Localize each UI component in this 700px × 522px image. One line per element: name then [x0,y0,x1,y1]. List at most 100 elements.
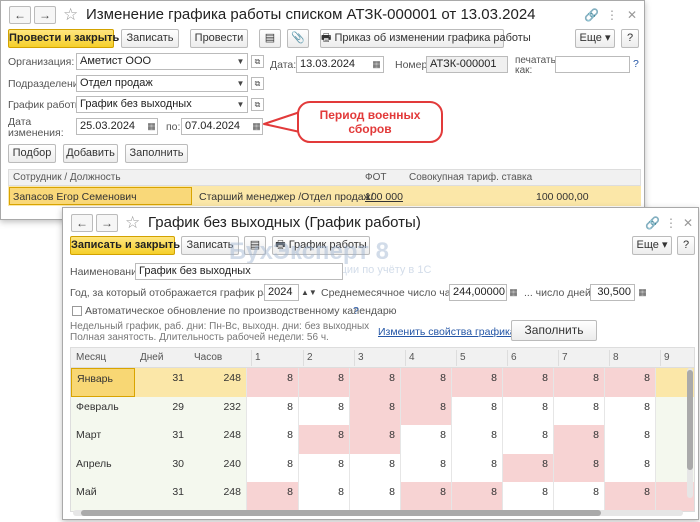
day-cell[interactable]: 8 [502,425,553,454]
link-icon[interactable]: 🔗 [584,7,599,23]
day-cell[interactable]: 8 [349,453,400,482]
day-cell[interactable]: 8 [246,482,298,511]
day-cell[interactable]: 8 [553,453,604,482]
menu-icon[interactable]: ⋮ [605,7,619,23]
vertical-scrollbar[interactable] [687,368,693,498]
auto-update-help[interactable]: ? [353,305,359,317]
year-stepper-icon[interactable]: ▲▼ [301,285,317,300]
hours-cell[interactable]: 240 [189,453,246,482]
org-dropdown-icon[interactable]: ▼ [235,54,246,69]
schedule-dropdown-icon[interactable]: ▼ [235,97,246,112]
day-cell[interactable]: 8 [502,368,553,397]
day-cell[interactable]: 8 [553,425,604,454]
close-icon[interactable]: ✕ [681,215,695,231]
day-cell[interactable]: 8 [553,482,604,511]
day-cell[interactable]: 8 [400,482,451,511]
day-cell[interactable]: 8 [502,482,553,511]
day-cell[interactable]: 8 [298,482,349,511]
month-cell[interactable]: Январь [71,368,135,397]
day-cell[interactable]: 8 [298,396,349,425]
day-cell[interactable]: 8 [553,368,604,397]
day-cell[interactable]: 8 [349,368,400,397]
schedule-field[interactable]: График без выходных [76,96,248,113]
link-icon[interactable]: 🔗 [645,215,660,231]
fill-button[interactable]: Заполнить [125,144,188,163]
days-cell[interactable]: 31 [135,368,189,397]
days-field[interactable]: 30,500 [590,284,635,301]
day-cell[interactable]: 8 [604,453,655,482]
fot-cell[interactable]: 100 000 [365,190,403,204]
day-cell[interactable]: 8 [604,425,655,454]
horizontal-scrollbar-thumb[interactable] [81,510,601,516]
dept-open-icon[interactable]: ⧉ [251,77,264,90]
name-field[interactable]: График без выходных [135,263,343,280]
org-field[interactable]: Аметист ООО [76,53,248,70]
post-and-close-button[interactable]: Провести и закрыть [8,29,119,48]
day-cell[interactable]: 8 [400,396,451,425]
close-icon[interactable]: ✕ [625,7,639,23]
day-cell[interactable]: 8 [451,425,502,454]
day-cell[interactable]: 8 [451,368,502,397]
vertical-scrollbar-thumb[interactable] [687,370,693,470]
add-button[interactable]: Добавить [63,144,118,163]
month-cell[interactable]: Март [71,425,135,454]
calculator-days-icon[interactable]: ▦ [637,285,648,300]
day-cell[interactable]: 8 [451,453,502,482]
day-cell[interactable]: 8 [400,425,451,454]
forward-nav-button[interactable]: → [96,214,118,232]
auto-update-checkbox[interactable] [72,306,82,316]
days-cell[interactable]: 29 [135,396,189,425]
day-cell[interactable]: 8 [502,396,553,425]
report-icon[interactable]: ▤ [259,29,281,48]
order-print-button[interactable]: 🖶 Приказ об изменении графика работы [320,29,531,48]
calendar-from-icon[interactable]: ▦ [146,119,157,134]
attachment-icon[interactable]: 📎 [287,29,309,48]
day-cell[interactable]: 8 [246,453,298,482]
month-cell[interactable]: Февраль [71,396,135,425]
day-cell[interactable]: 8 [400,368,451,397]
save-and-close-button[interactable]: Записать и закрыть [70,236,180,255]
day-cell[interactable]: 8 [400,453,451,482]
hours-cell[interactable]: 232 [189,396,246,425]
day-cell[interactable]: 8 [246,396,298,425]
day-cell[interactable]: 8 [604,482,655,511]
day-cell[interactable]: 8 [553,396,604,425]
dept-dropdown-icon[interactable]: ▼ [235,76,246,91]
save-button[interactable]: Записать [121,29,179,48]
menu-icon[interactable]: ⋮ [664,215,678,231]
hours-cell[interactable]: 248 [189,425,246,454]
change-properties-link[interactable]: Изменить свойства графика... [378,326,524,338]
day-cell[interactable]: 8 [246,425,298,454]
favorite-star-icon[interactable]: ☆ [125,214,140,232]
calendar-to-icon[interactable]: ▦ [251,119,262,134]
org-open-icon[interactable]: ⧉ [251,55,264,68]
avg-hours-field[interactable]: 244,00000 [449,284,507,301]
print-as-field[interactable] [555,56,630,73]
month-cell[interactable]: Апрель [71,453,135,482]
horizontal-scrollbar[interactable] [73,510,683,516]
year-field[interactable]: 2024 [264,284,299,301]
fill-schedule-button[interactable]: Заполнить [511,320,597,341]
day-cell[interactable]: 8 [502,453,553,482]
days-cell[interactable]: 31 [135,482,189,511]
day-cell[interactable]: 8 [604,396,655,425]
post-button[interactable]: Провести [190,29,248,48]
days-cell[interactable]: 30 [135,453,189,482]
day-cell[interactable]: 8 [246,368,298,397]
forward-nav-button[interactable]: → [34,6,56,24]
pick-button[interactable]: Подбор [8,144,56,163]
day-cell[interactable]: 8 [451,482,502,511]
days-cell[interactable]: 31 [135,425,189,454]
day-cell[interactable]: 8 [298,425,349,454]
back-nav-button[interactable]: ← [9,6,31,24]
help-button[interactable]: ? [677,236,695,255]
more-button[interactable]: Еще ▾ [632,236,672,255]
dept-field[interactable]: Отдел продаж [76,75,248,92]
favorite-star-icon[interactable]: ☆ [63,6,78,24]
help-button[interactable]: ? [621,29,639,48]
day-cell[interactable]: 8 [349,396,400,425]
more-button[interactable]: Еще ▾ [575,29,615,48]
day-cell[interactable]: 8 [298,368,349,397]
hours-cell[interactable]: 248 [189,482,246,511]
number-field[interactable]: АТЗК-000001 [426,56,508,73]
